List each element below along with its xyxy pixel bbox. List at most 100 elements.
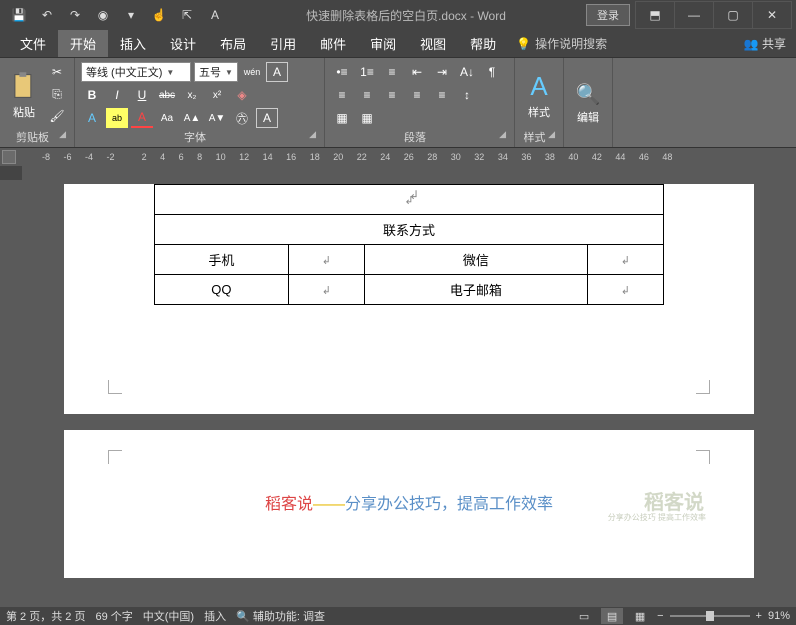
- table-header[interactable]: 联系方式: [155, 215, 664, 245]
- multilevel-list-button[interactable]: ≡: [381, 62, 403, 82]
- shading-button[interactable]: ▦: [331, 108, 353, 128]
- page-1: ↲ ↲ 联系方式 手机 ↲ 微信 ↲ QQ ↲ 电子邮箱 ↲: [64, 184, 754, 414]
- align-justify-button[interactable]: ≡: [406, 85, 428, 105]
- styles-launcher-icon[interactable]: ◢: [548, 129, 555, 140]
- format-painter-button[interactable]: 🖌: [46, 106, 68, 126]
- subscript-button[interactable]: x₂: [181, 85, 203, 105]
- font-size-combo[interactable]: 五号▼: [194, 62, 238, 82]
- copy-button[interactable]: ⎘: [46, 84, 68, 104]
- grow-font-button[interactable]: A▲: [181, 108, 203, 128]
- tell-me-search[interactable]: 💡 操作说明搜索: [516, 30, 607, 57]
- tab-review[interactable]: 审阅: [358, 30, 408, 57]
- align-center-button[interactable]: ≡: [356, 85, 378, 105]
- cell-qq-value[interactable]: ↲: [288, 275, 364, 305]
- highlight-button[interactable]: ab: [106, 108, 128, 128]
- status-insert-mode[interactable]: 插入: [204, 608, 226, 624]
- ruler-tick: 22: [357, 152, 367, 162]
- save-icon[interactable]: 💾: [8, 4, 30, 26]
- document-area[interactable]: ↲ ↲ 联系方式 手机 ↲ 微信 ↲ QQ ↲ 电子邮箱 ↲ 稻客说——分享办公…: [22, 166, 796, 607]
- redo-icon[interactable]: ↷: [64, 4, 86, 26]
- read-mode-icon[interactable]: ▭: [573, 608, 595, 624]
- login-button[interactable]: 登录: [586, 4, 630, 26]
- share-button[interactable]: 👥 共享: [744, 35, 786, 52]
- title-bar: 💾 ↶ ↷ ◉ ▾ ☝ ⇱ A 快速删除表格后的空白页.docx - Word …: [0, 0, 796, 30]
- status-bar: 第 2 页，共 2 页 69 个字 中文(中国) 插入 🔍 辅助功能: 调查 ▭…: [0, 607, 796, 625]
- strikethrough-button[interactable]: abc: [156, 85, 178, 105]
- horizontal-ruler[interactable]: -8-6-4-224681012141618202224262830323436…: [0, 148, 796, 166]
- print-layout-icon[interactable]: ▤: [601, 608, 623, 624]
- close-icon[interactable]: ✕: [752, 1, 792, 29]
- styles-button[interactable]: A 样式: [521, 62, 557, 128]
- record-icon[interactable]: ◉: [92, 4, 114, 26]
- sort-button[interactable]: A↓: [456, 62, 478, 82]
- tab-selector-icon[interactable]: [2, 150, 16, 164]
- change-case-button[interactable]: Aa: [156, 108, 178, 128]
- editing-button[interactable]: 🔍 编辑: [570, 62, 606, 144]
- web-layout-icon[interactable]: ▦: [629, 608, 651, 624]
- tab-layout[interactable]: 布局: [208, 30, 258, 57]
- cell-phone-value[interactable]: ↲: [288, 245, 364, 275]
- show-marks-button[interactable]: ¶: [481, 62, 503, 82]
- increase-indent-button[interactable]: ⇥: [431, 62, 453, 82]
- cell-email-value[interactable]: ↲: [587, 275, 663, 305]
- clear-formatting-button[interactable]: ◈: [231, 85, 253, 105]
- tab-help[interactable]: 帮助: [458, 30, 508, 57]
- touch-mode-icon[interactable]: ☝: [148, 4, 170, 26]
- zoom-out-button[interactable]: −: [657, 610, 663, 622]
- line-spacing-button[interactable]: ↕: [456, 85, 478, 105]
- group-clipboard: 粘贴 ✂ ⎘ 🖌 剪贴板◢: [0, 58, 75, 147]
- cut-button[interactable]: ✂: [46, 62, 68, 82]
- maximize-icon[interactable]: ▢: [713, 1, 753, 29]
- zoom-level[interactable]: 91%: [768, 610, 790, 622]
- cell-wechat-label[interactable]: 微信: [364, 245, 587, 275]
- tab-home[interactable]: 开始: [58, 30, 108, 57]
- text-effects-button[interactable]: A: [81, 108, 103, 128]
- qat-customize-icon[interactable]: ▾: [120, 4, 142, 26]
- italic-button[interactable]: I: [106, 85, 128, 105]
- font-name-combo[interactable]: 等线 (中文正文)▼: [81, 62, 191, 82]
- tab-design[interactable]: 设计: [158, 30, 208, 57]
- font-color-button[interactable]: A: [131, 108, 153, 128]
- numbering-button[interactable]: 1≡: [356, 62, 378, 82]
- zoom-in-button[interactable]: +: [756, 610, 762, 622]
- character-border-button[interactable]: A: [266, 62, 288, 82]
- superscript-button[interactable]: x²: [206, 85, 228, 105]
- character-shading-button[interactable]: A: [256, 108, 278, 128]
- shrink-font-button[interactable]: A▼: [206, 108, 228, 128]
- contact-table[interactable]: ↲ 联系方式 手机 ↲ 微信 ↲ QQ ↲ 电子邮箱 ↲: [154, 184, 664, 305]
- underline-button[interactable]: U: [131, 85, 153, 105]
- font-icon[interactable]: A: [204, 4, 226, 26]
- tab-file[interactable]: 文件: [8, 30, 58, 57]
- font-launcher-icon[interactable]: ◢: [309, 129, 316, 140]
- align-right-button[interactable]: ≡: [381, 85, 403, 105]
- clipboard-launcher-icon[interactable]: ◢: [59, 129, 66, 140]
- borders-button[interactable]: ▦: [356, 108, 378, 128]
- cell-wechat-value[interactable]: ↲: [587, 245, 663, 275]
- zoom-slider[interactable]: [670, 615, 750, 617]
- cell-phone-label[interactable]: 手机: [155, 245, 289, 275]
- paste-button[interactable]: 粘贴: [6, 62, 42, 128]
- distribute-button[interactable]: ≡: [431, 85, 453, 105]
- tab-view[interactable]: 视图: [408, 30, 458, 57]
- status-word-count[interactable]: 69 个字: [95, 608, 132, 624]
- vertical-ruler[interactable]: [0, 180, 22, 607]
- selection-icon[interactable]: ⇱: [176, 4, 198, 26]
- align-left-button[interactable]: ≡: [331, 85, 353, 105]
- status-language[interactable]: 中文(中国): [143, 608, 194, 624]
- bold-button[interactable]: B: [81, 85, 103, 105]
- paragraph-launcher-icon[interactable]: ◢: [499, 129, 506, 140]
- bullets-button[interactable]: •≡: [331, 62, 353, 82]
- undo-icon[interactable]: ↶: [36, 4, 58, 26]
- cell-email-label[interactable]: 电子邮箱: [364, 275, 587, 305]
- enclosed-char-button[interactable]: ㊅: [231, 108, 253, 128]
- tab-insert[interactable]: 插入: [108, 30, 158, 57]
- status-accessibility[interactable]: 🔍 辅助功能: 调查: [236, 608, 325, 624]
- decrease-indent-button[interactable]: ⇤: [406, 62, 428, 82]
- status-page[interactable]: 第 2 页，共 2 页: [6, 608, 85, 624]
- phonetic-guide-button[interactable]: wén: [241, 62, 263, 82]
- minimize-icon[interactable]: —: [674, 1, 714, 29]
- tab-references[interactable]: 引用: [258, 30, 308, 57]
- ribbon-display-icon[interactable]: ⬒: [635, 1, 675, 29]
- cell-qq-label[interactable]: QQ: [155, 275, 289, 305]
- tab-mailings[interactable]: 邮件: [308, 30, 358, 57]
